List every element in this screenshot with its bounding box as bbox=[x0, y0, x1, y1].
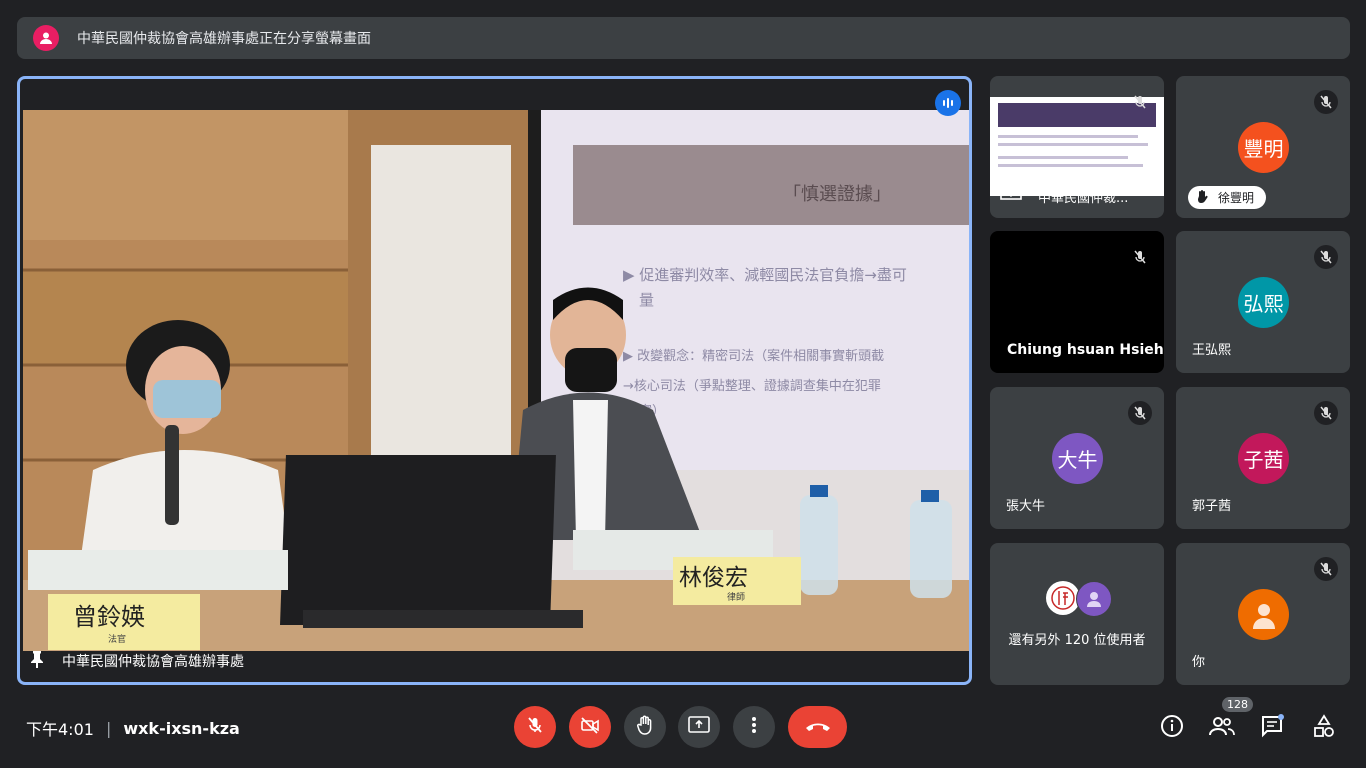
raised-hand-chip: 徐豐明 bbox=[1188, 186, 1267, 209]
chat-button[interactable] bbox=[1256, 712, 1288, 744]
raised-hand-icon bbox=[1196, 189, 1208, 206]
leave-call-button[interactable] bbox=[788, 706, 847, 748]
muted-icon bbox=[1128, 90, 1152, 114]
nameplate-left: 曾鈴媖 bbox=[73, 603, 145, 631]
camera-off-icon bbox=[580, 716, 600, 738]
avatar: 豐明 bbox=[1238, 122, 1289, 173]
chat-icon bbox=[1260, 714, 1284, 742]
nameplate-right-title: 律師 bbox=[727, 591, 745, 603]
hang-up-icon bbox=[805, 718, 831, 737]
present-screen-icon bbox=[688, 716, 710, 738]
banner-text: 中華民國仲裁協會高雄辦事處正在分享螢幕畫面 bbox=[77, 31, 371, 47]
people-icon bbox=[1209, 716, 1235, 740]
avatar: 大牛 bbox=[1052, 433, 1103, 484]
video-feed: 「慎選證據」 ▶ 促進審判效率、減輕國民法官負擔→盡可 量 ▶ 改變觀念：精密司… bbox=[23, 110, 969, 651]
raise-hand-button[interactable] bbox=[624, 706, 666, 748]
meeting-code[interactable]: wxk-ixsn-kza bbox=[123, 719, 240, 738]
more-options-button[interactable] bbox=[733, 706, 775, 748]
slide-line-3: ▶ 改變觀念：精密司法（案件相關事實斬頭截 bbox=[623, 348, 884, 364]
activities-button[interactable] bbox=[1308, 712, 1340, 744]
more-participants-label: 還有另外 120 位使用者 bbox=[1008, 633, 1146, 648]
avatar: 子茜 bbox=[1238, 433, 1289, 484]
meeting-info: 下午4:01 | wxk-ixsn-kza bbox=[26, 716, 240, 740]
tile-name: 徐豐明 bbox=[1218, 191, 1255, 205]
participant-tile[interactable]: Chiung hsuan Hsieh bbox=[990, 231, 1164, 373]
muted-icon bbox=[1314, 401, 1338, 425]
nameplate-right: 林俊宏 bbox=[679, 565, 748, 591]
separator: | bbox=[105, 718, 112, 738]
more-participants-tile[interactable]: 還有另外 120 位使用者 bbox=[990, 543, 1164, 685]
presenting-banner: 中華民國仲裁協會高雄辦事處正在分享螢幕畫面 bbox=[17, 17, 1350, 59]
participant-tile[interactable]: 豐明 徐豐明 bbox=[1176, 76, 1350, 218]
avatar-seal bbox=[1046, 581, 1080, 615]
clock: 下午4:01 bbox=[26, 720, 94, 739]
slide-line-2: 量 bbox=[639, 291, 654, 309]
tile-name: Chiung hsuan Hsieh bbox=[1007, 342, 1164, 358]
avatar bbox=[1238, 589, 1289, 640]
tile-name: 中華民國仲裁... bbox=[1038, 190, 1129, 206]
pin-icon[interactable] bbox=[30, 650, 44, 672]
present-screen-button[interactable] bbox=[678, 706, 720, 748]
muted-icon bbox=[1128, 245, 1152, 269]
presenter-name: 中華民國仲裁協會高雄辦事處 bbox=[62, 654, 244, 670]
participant-tile[interactable]: 弘熙 王弘熙 bbox=[1176, 231, 1350, 373]
self-tile[interactable]: 你 bbox=[1176, 543, 1350, 685]
participant-tile[interactable]: 大牛 張大牛 bbox=[990, 387, 1164, 529]
mic-toggle-button[interactable] bbox=[514, 706, 556, 748]
info-icon bbox=[1160, 714, 1184, 742]
speaking-indicator-icon bbox=[935, 90, 961, 116]
camera-toggle-button[interactable] bbox=[569, 706, 611, 748]
muted-icon bbox=[1314, 245, 1338, 269]
avatar: 弘熙 bbox=[1238, 277, 1289, 328]
meeting-details-button[interactable] bbox=[1156, 712, 1188, 744]
muted-icon bbox=[1314, 90, 1338, 114]
more-vert-icon bbox=[751, 716, 757, 738]
tile-name: 你 bbox=[1192, 655, 1206, 670]
slide-line-1: ▶ 促進審判效率、減輕國民法官負擔→盡可 bbox=[623, 266, 907, 284]
people-button[interactable] bbox=[1206, 712, 1238, 744]
tile-name: 張大牛 bbox=[1006, 499, 1046, 514]
main-tile-label: 中華民國仲裁協會高雄辦事處 bbox=[30, 650, 244, 672]
screen-share-icon bbox=[1000, 186, 1022, 206]
slide-title: 「慎選證據」 bbox=[783, 184, 891, 205]
nameplate-left-title: 法官 bbox=[108, 633, 126, 645]
avatar bbox=[1076, 581, 1112, 617]
participant-tile-screen[interactable]: 中華民國仲裁... bbox=[990, 76, 1164, 218]
tile-name: 王弘熙 bbox=[1192, 343, 1232, 358]
muted-icon bbox=[1314, 557, 1338, 581]
people-count-badge: 128 bbox=[1222, 697, 1253, 712]
muted-icon bbox=[1128, 401, 1152, 425]
mic-off-icon bbox=[526, 716, 544, 738]
presenter-avatar bbox=[33, 25, 59, 51]
slide-line-4: →核心司法（爭點整理、證據調查集中在犯罪 bbox=[623, 378, 881, 394]
participant-tile[interactable]: 子茜 郭子茜 bbox=[1176, 387, 1350, 529]
activities-icon bbox=[1312, 714, 1336, 742]
raise-hand-icon bbox=[636, 715, 654, 739]
main-video-tile[interactable]: 「慎選證據」 ▶ 促進審判效率、減輕國民法官負擔→盡可 量 ▶ 改變觀念：精密司… bbox=[17, 76, 972, 685]
tile-name: 郭子茜 bbox=[1192, 499, 1232, 514]
